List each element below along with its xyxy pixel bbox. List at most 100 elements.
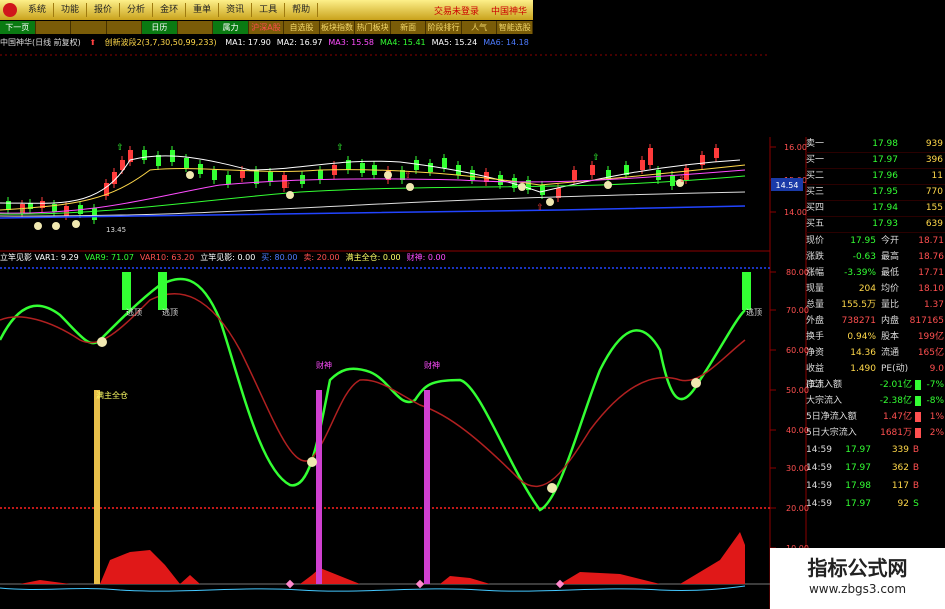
ma-label-6: MA6: 14.18	[483, 38, 529, 47]
tick-time: 14:59	[806, 445, 832, 455]
stat-row: 涨跌 -0.63 最高 18.76	[806, 249, 945, 265]
stat-value: 1.490	[850, 364, 876, 374]
tick-volume: 339	[891, 445, 909, 455]
order-volume: 155	[925, 203, 943, 213]
stat-label: 最低	[881, 268, 900, 278]
flow-bar-icon	[915, 428, 921, 438]
stat-label: 收益(二)	[806, 364, 825, 390]
candle	[184, 158, 189, 168]
tab-8[interactable]: 自选股	[284, 21, 320, 34]
smiley-icon	[547, 483, 557, 493]
tab-6[interactable]: 属力	[213, 21, 249, 34]
order-level: 买五	[806, 219, 825, 229]
tab-14[interactable]: 智能选股	[497, 21, 533, 34]
smiley-icon	[518, 183, 526, 191]
menu-news[interactable]: 资讯	[219, 3, 253, 17]
up-arrow-icon: ⬆	[89, 38, 97, 47]
order-book-row[interactable]: 买五 17.93 639	[806, 217, 945, 233]
stat-value: 18.71	[918, 236, 944, 246]
smiley-icon	[604, 181, 612, 189]
tab-4[interactable]: 日历	[142, 21, 178, 34]
stat-label: 总量	[806, 300, 825, 310]
fund-flow-row: 5日净流入额 1.47亿 1%	[806, 409, 945, 425]
tab-3[interactable]	[107, 21, 143, 34]
menu-help[interactable]: 帮助	[285, 3, 319, 17]
stat-label: PE(动)	[881, 364, 909, 374]
smiley-icon	[286, 191, 294, 199]
candle	[360, 163, 365, 173]
escape-top-bar-2	[158, 272, 167, 310]
tick-side: B	[912, 445, 920, 455]
indicator-value-3: 立竿见影: 0.00	[200, 253, 256, 262]
menu-tools[interactable]: 工具	[252, 3, 286, 17]
order-book-row[interactable]: 买三 17.95 770	[806, 185, 945, 201]
quote-panel: 卖一 17.98 939 买一 17.97 396 买二 17.96 11 买三 17.95 770 买…	[806, 137, 945, 513]
candle	[670, 175, 675, 186]
indicator-value-7: 财神: 0.00	[406, 253, 446, 262]
price-badge: 14.54	[776, 181, 799, 190]
stat-value: -3.39%	[844, 268, 876, 278]
menu-indicator[interactable]: 重单	[186, 3, 220, 17]
menu-function[interactable]: 功能	[54, 3, 88, 17]
candle	[456, 165, 461, 175]
tab-0[interactable]: 下一页	[0, 21, 36, 34]
candle	[156, 155, 161, 166]
momentum-line	[0, 585, 746, 592]
order-level: 买二	[806, 171, 825, 181]
order-price: 17.94	[872, 203, 898, 213]
menu-system[interactable]: 系统	[21, 3, 55, 17]
tab-bar: 下一页 日历 属力 沪深A股 自选股 板块指数 热门板块 新面 阶段排行 人气 智能选股	[0, 21, 533, 34]
smiley-icon	[691, 378, 701, 388]
menu-analysis[interactable]: 分析	[120, 3, 154, 17]
fund-flow-row: 大宗流入 -2.38亿 -8%	[806, 393, 945, 409]
caishen-label: 财神	[424, 360, 440, 370]
stat-label: 均价	[881, 284, 900, 294]
escape-top-bar-1	[122, 272, 131, 310]
order-volume: 396	[925, 155, 943, 165]
order-level: 买三	[806, 187, 825, 197]
full-position-label: 满主全仓	[96, 390, 128, 400]
tab-2[interactable]	[71, 21, 107, 34]
order-level: 买一	[806, 155, 825, 165]
ma-line-6	[0, 205, 746, 219]
indicator-value-0: 立竿见影 VAR1: 9.29	[0, 253, 79, 262]
caishen-label: 财神	[316, 360, 332, 370]
order-book-row[interactable]: 买二 17.96 11	[806, 169, 945, 185]
stat-value: 18.76	[918, 252, 944, 262]
candle	[268, 172, 273, 182]
tab-1[interactable]	[36, 21, 72, 34]
order-price: 17.98	[872, 139, 898, 149]
candle	[656, 170, 661, 180]
menu-quote[interactable]: 报价	[87, 3, 121, 17]
tab-9[interactable]: 板块指数	[320, 21, 356, 34]
candle	[318, 170, 323, 180]
tab-13[interactable]: 人气	[462, 21, 498, 34]
ma-line-1	[0, 155, 741, 204]
login-status[interactable]: 交易未登录	[428, 4, 485, 17]
stat-value: 738271	[841, 316, 876, 326]
ma-label-5: MA5: 15.24	[431, 38, 478, 47]
candle	[92, 208, 97, 220]
stock-title: 中国神华(日线 前复权)	[0, 38, 81, 47]
candle	[470, 170, 475, 180]
candle	[640, 160, 645, 170]
price-axis-label: 16.00	[784, 143, 807, 152]
order-book-row[interactable]: 买四 17.94 155	[806, 201, 945, 217]
flow-value: 1681万	[880, 428, 912, 438]
stat-row: 涨幅 -3.39% 最低 17.71	[806, 265, 945, 281]
tick-volume: 92	[897, 499, 909, 509]
tab-10[interactable]: 热门板块	[355, 21, 391, 34]
order-volume: 639	[925, 219, 943, 229]
tab-12[interactable]: 阶段排行	[426, 21, 462, 34]
tab-5[interactable]	[178, 21, 214, 34]
tick-volume: 117	[891, 481, 909, 491]
caishen-bar-1	[316, 390, 322, 584]
tab-7[interactable]: 沪深A股	[249, 21, 285, 34]
stat-label: 量比	[881, 300, 900, 310]
order-book-row[interactable]: 卖一 17.98 939	[806, 137, 945, 153]
arrow-icon: ⇧	[116, 143, 124, 153]
chart-area[interactable]: 16.0015.0014.0014.5480.0070.0060.0050.00…	[0, 0, 945, 609]
menu-golden[interactable]: 金环	[153, 3, 187, 17]
order-book-row[interactable]: 买一 17.97 396	[806, 153, 945, 169]
tab-11[interactable]: 新面	[391, 21, 427, 34]
